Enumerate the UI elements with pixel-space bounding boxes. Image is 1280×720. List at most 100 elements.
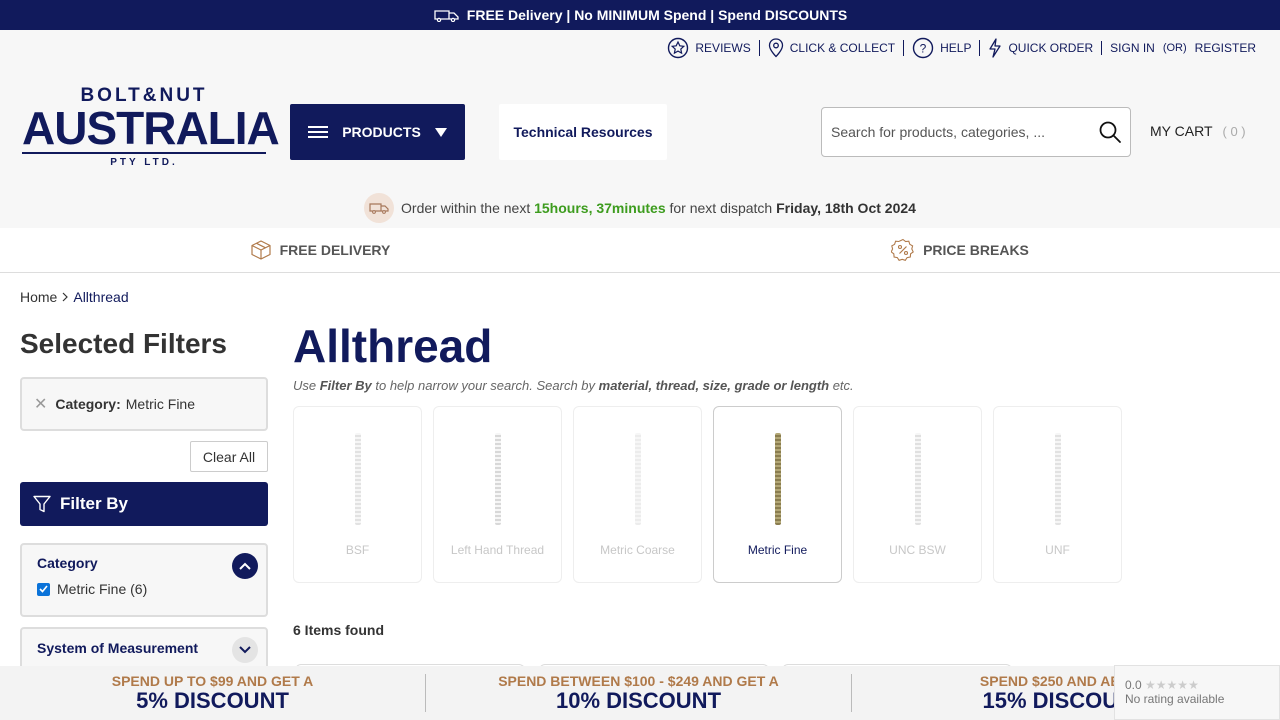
price-breaks-label: PRICE BREAKS — [923, 242, 1029, 258]
dispatch-truck-badge — [364, 193, 395, 223]
chevron-up-icon — [239, 562, 251, 570]
sign-in-link[interactable]: SIGN IN — [1101, 41, 1159, 55]
announcement-bar: FREE Delivery | No MINIMUM Spend | Spend… — [0, 0, 1280, 30]
subcategory-card[interactable]: UNC BSW — [853, 406, 982, 583]
search-input[interactable] — [822, 108, 1090, 156]
products-menu-button[interactable]: PRODUCTS — [290, 104, 465, 160]
discount-tiers-bar: SPEND UP TO $99 AND GET A 5% DISCOUNT SP… — [0, 666, 1280, 720]
hint-use: Use — [293, 378, 320, 393]
hint-mid: to help narrow your search. Search by — [371, 378, 599, 393]
collapse-category-button[interactable] — [232, 553, 258, 579]
cart-count: ( 0 ) — [1222, 123, 1246, 139]
discount-condition: SPEND BETWEEN $100 - $249 AND GET A — [498, 673, 779, 689]
register-link[interactable]: REGISTER — [1191, 41, 1260, 55]
subcategory-card[interactable]: Metric Fine — [713, 406, 842, 583]
chevron-down-icon — [239, 646, 251, 654]
subcategory-label: Metric Coarse — [600, 543, 675, 557]
category-option-label: Metric Fine (6) — [57, 581, 148, 597]
quick-order-link[interactable]: QUICK ORDER — [980, 38, 1101, 58]
logo-line2: AUSTRALIA — [22, 102, 280, 154]
search-button[interactable] — [1090, 120, 1130, 144]
filter-sidebar: Selected Filters ✕ Category: Metric Fine… — [20, 324, 268, 687]
clear-all-button[interactable]: Clear All — [190, 441, 268, 472]
utility-nav: REVIEWS CLICK & COLLECT ? HELP QUICK ORD… — [659, 37, 1260, 59]
subcategory-label: Left Hand Thread — [450, 543, 545, 557]
subcategory-label: Metric Fine — [747, 543, 808, 557]
lightning-icon — [989, 38, 1002, 58]
dispatch-notice: Order within the next 15hours, 37minutes… — [0, 192, 1280, 224]
help-link[interactable]: ? HELP — [904, 37, 981, 59]
breadcrumb: Home Allthread — [20, 289, 129, 305]
filter-value: Metric Fine — [125, 396, 195, 412]
logo-line3: PTY LTD. — [22, 152, 266, 170]
allthread-rod-image — [634, 433, 641, 525]
filter-by-header[interactable]: Filter By — [20, 482, 268, 526]
subcategory-card[interactable]: UNF — [993, 406, 1122, 583]
allthread-rod-image — [914, 433, 921, 525]
search-bar — [821, 107, 1131, 157]
box-icon — [251, 240, 271, 260]
subcategory-card[interactable]: Metric Coarse — [573, 406, 702, 583]
filter-key: Category: — [55, 396, 121, 412]
click-collect-link[interactable]: CLICK & COLLECT — [760, 38, 905, 58]
percent-badge-icon — [891, 238, 914, 261]
rating-score: 0.0 — [1125, 678, 1142, 692]
svg-text:?: ? — [920, 42, 927, 56]
search-icon — [1099, 121, 1121, 143]
rating-stars-icon: ★★★★★ — [1145, 678, 1199, 692]
reviews-link[interactable]: REVIEWS — [659, 37, 760, 59]
free-delivery-benefit[interactable]: FREE DELIVERY — [0, 228, 640, 272]
filter-by-label: Filter By — [60, 494, 129, 513]
dispatch-middle: for next dispatch — [665, 200, 777, 216]
subcategory-card[interactable]: BSF — [293, 406, 422, 583]
remove-filter-icon[interactable]: ✕ — [34, 394, 47, 414]
reviews-label: REVIEWS — [695, 41, 751, 55]
category-option-metric-fine[interactable]: Metric Fine (6) — [37, 581, 266, 597]
cart-label: MY CART — [1150, 123, 1213, 139]
star-badge-icon — [668, 37, 689, 59]
products-label: PRODUCTS — [342, 124, 421, 140]
help-question-icon: ? — [912, 37, 934, 59]
search-hint: Use Filter By to help narrow your search… — [293, 378, 854, 393]
price-breaks-benefit[interactable]: PRICE BREAKS — [640, 228, 1280, 272]
dispatch-prefix: Order within the next — [401, 200, 535, 216]
truck-icon — [369, 203, 389, 214]
chevron-right-icon — [62, 292, 69, 302]
allthread-rod-image — [494, 433, 501, 525]
dispatch-date: Friday, 18th Oct 2024 — [776, 200, 916, 216]
announcement-text: FREE Delivery | No MINIMUM Spend | Spend… — [466, 7, 848, 23]
allthread-rod-image — [774, 433, 781, 525]
expand-system-button[interactable] — [232, 637, 258, 663]
click-collect-label: CLICK & COLLECT — [789, 41, 896, 55]
or-separator: (OR) — [1162, 42, 1187, 54]
discount-condition: SPEND UP TO $99 AND GET A — [111, 673, 314, 689]
site-logo[interactable]: BOLT&NUT AUSTRALIA PTY LTD. — [22, 86, 280, 170]
help-label: HELP — [940, 41, 972, 55]
allthread-rod-image — [1054, 433, 1061, 525]
location-pin-icon — [768, 38, 783, 58]
checkbox-checked-icon[interactable] — [37, 582, 50, 596]
site-header: REVIEWS CLICK & COLLECT ? HELP QUICK ORD… — [0, 30, 1280, 228]
selected-filters-title: Selected Filters — [20, 328, 227, 359]
quick-order-label: QUICK ORDER — [1008, 41, 1094, 55]
technical-resources-button[interactable]: Technical Resources — [499, 104, 667, 160]
breadcrumb-current[interactable]: Allthread — [73, 289, 128, 305]
hint-end: etc. — [829, 378, 854, 393]
subcategory-label: UNC BSW — [889, 543, 946, 557]
category-filter-group: Category Metric Fine (6) — [20, 543, 268, 617]
subcategory-cards: BSF Left Hand Thread Metric Coarse Metri… — [293, 406, 1133, 583]
delivery-truck-icon — [434, 10, 459, 22]
free-delivery-label: FREE DELIVERY — [279, 242, 391, 258]
items-found-count: 6 Items found — [293, 622, 385, 638]
page-title: Allthread — [293, 320, 493, 372]
discount-amount: 5% DISCOUNT — [136, 688, 289, 713]
discount-amount: 10% DISCOUNT — [555, 688, 722, 713]
subcategory-card[interactable]: Left Hand Thread — [433, 406, 562, 583]
allthread-rod-image — [354, 433, 361, 525]
caret-down-icon — [434, 127, 447, 137]
benefits-strip: FREE DELIVERY PRICE BREAKS — [0, 228, 1280, 273]
rating-text: No rating available — [1125, 692, 1225, 706]
cart-link[interactable]: MY CART ( 0 ) — [1150, 123, 1246, 139]
rating-badge[interactable]: 0.0 ★★★★★ No rating available — [1114, 665, 1280, 720]
breadcrumb-home[interactable]: Home — [20, 289, 57, 305]
